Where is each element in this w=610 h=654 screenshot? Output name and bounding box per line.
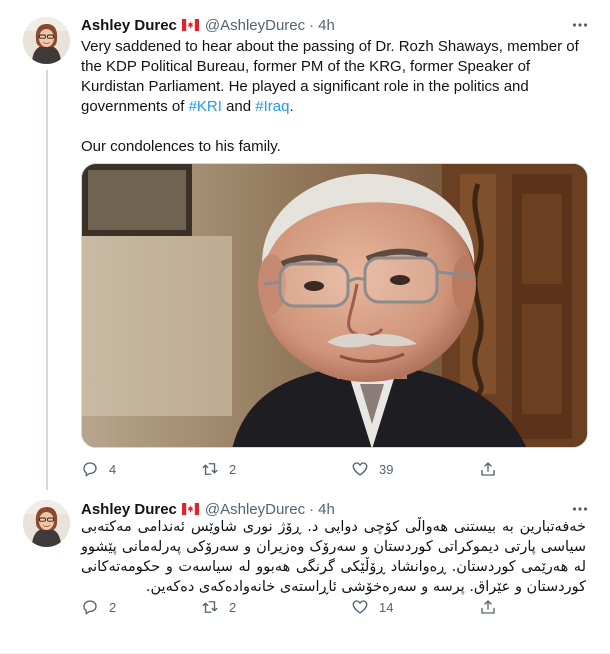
more-icon (572, 23, 588, 27)
avatar[interactable] (23, 17, 70, 64)
more-button[interactable] (570, 499, 590, 519)
author-handle[interactable]: @AshleyDurec (205, 501, 305, 518)
reply-icon (83, 600, 97, 615)
author-handle[interactable]: @AshleyDurec (205, 17, 305, 34)
tweet-text: Very saddened to hear about the passing … (81, 37, 586, 157)
tweet[interactable]: Ashley Durec @AshleyDurec · 4h Very sadd… (0, 0, 610, 490)
thread: Ashley Durec @AshleyDurec · 4h Very sadd… (0, 0, 610, 654)
canada-flag-icon (181, 503, 199, 515)
tweet-actions: 4 2 39 (81, 459, 511, 479)
tweet-text-condolences: Our condolences to his family. (81, 138, 281, 155)
more-button[interactable] (570, 15, 590, 35)
retweet-count: 2 (229, 599, 237, 615)
reply-icon (83, 462, 97, 477)
more-icon (572, 507, 588, 511)
share-button[interactable] (479, 598, 497, 616)
like-count: 39 (379, 461, 394, 477)
retweet-button[interactable]: 2 (201, 598, 351, 616)
tweet-text-and: and (221, 98, 256, 115)
retweet-count: 2 (229, 461, 237, 477)
tweet-text: خەفەتبارین بە بیستنی هەواڵی کۆچی دوایی د… (81, 519, 586, 595)
tweet-text-period: . (289, 98, 294, 115)
like-button[interactable]: 14 (351, 598, 479, 616)
tweet-timestamp[interactable]: 4h (318, 17, 335, 34)
separator-dot: · (309, 500, 315, 518)
author-name[interactable]: Ashley Durec (81, 17, 177, 34)
canada-flag-icon (181, 19, 199, 31)
author-name[interactable]: Ashley Durec (81, 501, 177, 518)
reply-count: 2 (109, 599, 117, 615)
tweet-text-body: Very saddened to hear about the passing … (81, 38, 579, 115)
like-icon (352, 600, 368, 614)
share-icon (481, 600, 495, 614)
tweet-header: Ashley Durec @AshleyDurec · 4h (81, 499, 335, 519)
reply-button[interactable]: 2 (81, 598, 201, 616)
tweet-timestamp[interactable]: 4h (318, 501, 335, 518)
tweet[interactable]: Ashley Durec @AshleyDurec · 4h خەفەتباری… (0, 490, 610, 654)
separator-dot: · (309, 16, 315, 34)
retweet-button[interactable]: 2 (201, 460, 351, 478)
share-icon (481, 462, 495, 476)
share-button[interactable] (479, 460, 497, 478)
retweet-icon (202, 463, 218, 475)
like-icon (352, 462, 368, 476)
reply-button[interactable]: 4 (81, 460, 201, 478)
avatar[interactable] (23, 500, 70, 547)
retweet-icon (202, 601, 218, 613)
tweet-photo[interactable] (81, 163, 588, 448)
like-count: 14 (379, 599, 394, 615)
tweet-actions: 2 2 14 (81, 597, 511, 617)
reply-count: 4 (109, 461, 117, 477)
hashtag-kri-link[interactable]: #KRI (189, 98, 222, 115)
hashtag-iraq-link[interactable]: #Iraq (255, 98, 289, 115)
tweet-header: Ashley Durec @AshleyDurec · 4h (81, 15, 335, 35)
like-button[interactable]: 39 (351, 460, 479, 478)
